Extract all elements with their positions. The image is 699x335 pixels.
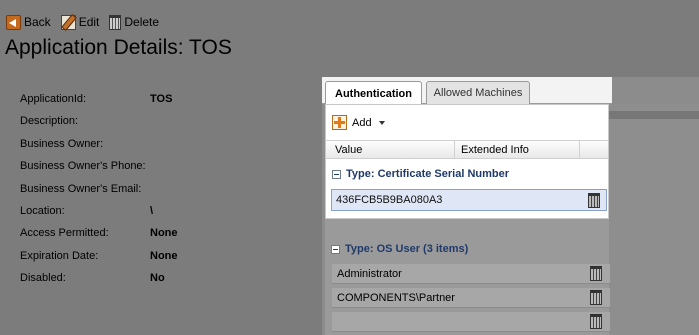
trash-icon [109, 14, 122, 30]
detail-value: No [150, 272, 165, 285]
detail-label: Location: [20, 204, 65, 217]
tab-authentication[interactable]: Authentication [325, 81, 422, 105]
back-button[interactable]: Back [6, 14, 51, 30]
back-arrow-icon [6, 14, 21, 30]
trash-icon[interactable] [588, 193, 600, 208]
panel-background [609, 104, 699, 335]
os-user-section: Type: OS User (3 items) Administrator CO… [325, 219, 610, 335]
detail-label: ApplicationId: [20, 93, 87, 105]
detail-value: None [150, 249, 178, 262]
detail-label: Business Owner's Phone: [20, 160, 146, 173]
edit-pencil-icon [60, 14, 76, 30]
os-user-value: Administrator [337, 268, 402, 280]
tab-strip: Authentication Allowed Machines [322, 77, 612, 105]
column-header-value[interactable]: Value [335, 144, 362, 156]
trash-icon[interactable] [590, 290, 602, 305]
table-row[interactable] [332, 312, 610, 332]
delete-button[interactable]: Delete [109, 14, 160, 30]
certificate-value: 436FCB5B9BA080A3 [336, 194, 443, 206]
collapse-minus-icon[interactable] [332, 169, 341, 179]
detail-label: Expiration Date: [20, 249, 99, 262]
group-title: Type: Certificate Serial Number [346, 168, 510, 180]
detail-label: Disabled: [20, 272, 66, 285]
table-row[interactable]: COMPONENTS\Partner [332, 288, 610, 308]
detail-value: \ [150, 204, 154, 217]
trash-icon[interactable] [590, 266, 602, 281]
add-plus-icon [332, 115, 347, 130]
detail-label: Access Permitted: [20, 227, 109, 240]
column-header-extended-info[interactable]: Extended Info [461, 144, 529, 156]
add-label: Add [352, 116, 372, 129]
column-divider [454, 141, 455, 159]
detail-value: None [150, 227, 178, 240]
trash-icon[interactable] [590, 314, 602, 329]
grid-header-extension [609, 111, 699, 119]
page-title: Application Details: TOS [5, 36, 232, 59]
group-title: Type: OS User (3 items) [345, 243, 469, 255]
add-button[interactable]: Add [332, 115, 385, 130]
table-row[interactable]: Administrator [332, 264, 610, 284]
group-header-os-user[interactable]: Type: OS User (3 items) [331, 243, 468, 255]
chevron-down-icon [378, 120, 385, 125]
column-divider [579, 141, 580, 159]
tab-allowed-machines[interactable]: Allowed Machines [426, 81, 530, 104]
group-header-certificate[interactable]: Type: Certificate Serial Number [332, 168, 509, 180]
detail-value: TOS [150, 93, 173, 105]
edit-label: Edit [78, 15, 100, 29]
toolbar: Back Edit Delete [6, 12, 159, 32]
detail-label: Business Owner: [20, 137, 104, 150]
table-row-certificate[interactable]: 436FCB5B9BA080A3 [331, 189, 607, 211]
detail-label: Business Owner's Email: [20, 182, 142, 195]
edit-button[interactable]: Edit [60, 14, 100, 30]
collapse-minus-icon[interactable] [331, 244, 340, 254]
detail-label: Description: [20, 115, 79, 128]
authentication-grid: Add Value Extended Info Type: Certificat… [325, 104, 609, 219]
authentication-panel: Authentication Allowed Machines Add Valu… [322, 77, 699, 335]
grid-header: Value Extended Info [326, 140, 608, 159]
back-label: Back [24, 15, 51, 29]
os-user-value: COMPONENTS\Partner [337, 292, 455, 304]
delete-label: Delete [124, 15, 160, 29]
